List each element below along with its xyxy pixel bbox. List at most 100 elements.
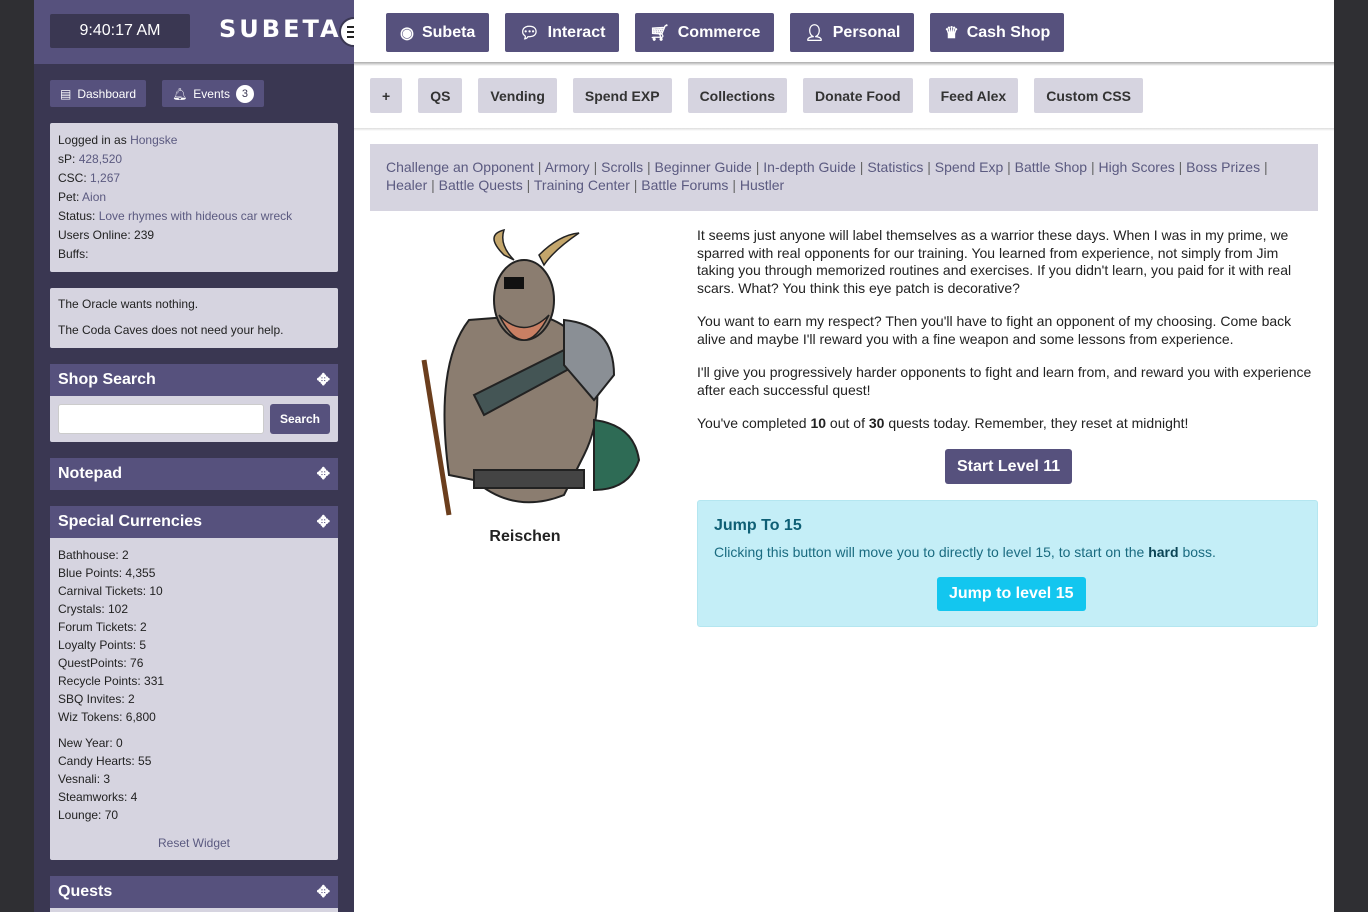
notepad-header[interactable]: Notepad ✥ — [50, 458, 338, 490]
nav-subeta[interactable]: ◉ Subeta — [386, 13, 490, 52]
nav-personal[interactable]: 👤︎ Personal — [790, 13, 915, 52]
battle-link[interactable]: Spend Exp — [935, 159, 1004, 175]
dashboard-label: Dashboard — [77, 86, 137, 101]
main-content: ◉ Subeta 💬︎ Interact 🛒︎ Commerce 👤︎ Personal… — [354, 0, 1334, 912]
nav-label: Cash Shop — [966, 23, 1051, 41]
jump-desc-bold: hard — [1148, 544, 1179, 560]
battle-link[interactable]: Training Center — [534, 177, 630, 193]
users-online: Users Online: 239 — [58, 228, 155, 242]
username-link[interactable]: Hongske — [130, 133, 177, 147]
cart-icon: 🛒︎ — [649, 24, 670, 42]
reset-widget-link[interactable]: Reset Widget — [58, 834, 330, 852]
sub-nav: + QS Vending Spend EXP Collections Donat… — [370, 78, 1143, 113]
battle-link[interactable]: In-depth Guide — [763, 159, 856, 175]
currency-item: Steamworks: 4 — [58, 790, 138, 804]
currency-item: Loyalty Points: 5 — [58, 638, 147, 652]
notepad-widget: Notepad ✥ — [50, 458, 338, 490]
nav-commerce[interactable]: 🛒︎ Commerce — [635, 13, 775, 52]
clock: 9:40:17 AM — [50, 14, 190, 48]
dashboard-button[interactable]: ▤ Dashboard — [50, 80, 147, 107]
nav-cash-shop[interactable]: ♛ Cash Shop — [930, 13, 1065, 52]
currency-item: Blue Points: 4,355 — [58, 566, 156, 580]
move-icon[interactable]: ✥ — [317, 370, 330, 390]
quests-title: Quests — [58, 883, 113, 900]
user-info-panel: Logged in as Hongske sP: 428,520 CSC: 1,… — [50, 123, 338, 272]
story-paragraph: It seems just anyone will label themselv… — [697, 227, 1292, 296]
clipboard-icon: ▤ — [60, 86, 72, 101]
story-paragraph: You want to earn my respect? Then you'll… — [697, 313, 1292, 347]
chat-icon: 💬︎ — [519, 24, 540, 42]
special-currencies-title: Special Currencies — [58, 513, 203, 530]
nav-label: Interact — [547, 23, 606, 41]
character-image — [421, 228, 641, 516]
currency-item: QuestPoints: 76 — [58, 656, 144, 670]
quests-header[interactable]: Quests ✥ — [50, 876, 338, 908]
battle-link[interactable]: Battle Shop — [1015, 159, 1087, 175]
move-icon[interactable]: ✥ — [317, 882, 330, 902]
divider — [354, 128, 1334, 131]
quests-total: 30 — [868, 415, 885, 431]
crown-icon: ♛ — [944, 24, 959, 42]
notepad-title: Notepad — [58, 465, 122, 482]
currency-item: Recycle Points: 331 — [58, 674, 165, 688]
site-logo[interactable]: SUBETA — [219, 15, 342, 43]
character-name: Reischen — [489, 528, 561, 545]
shop-search-button[interactable]: Search — [269, 404, 330, 434]
battle-links: Challenge an Opponent | Armory | Scrolls… — [370, 144, 1318, 211]
csc-label: CSC: — [58, 171, 87, 185]
subnav-spend-exp[interactable]: Spend EXP — [572, 78, 672, 113]
status-text[interactable]: Love rhymes with hideous car wreck — [99, 209, 292, 223]
quest-progress: You've completed 10 out of 30 quests tod… — [697, 415, 1317, 433]
subnav-qs[interactable]: QS — [418, 78, 463, 113]
battle-link[interactable]: Statistics — [867, 159, 923, 175]
sp-value[interactable]: 428,520 — [79, 152, 122, 166]
quests-widget: Quests ✥ — [50, 876, 338, 912]
coda-notice: The Coda Caves does not need your help. — [58, 323, 284, 337]
csc-value[interactable]: 1,267 — [90, 171, 120, 185]
jump-desc-text: boss. — [1178, 544, 1216, 560]
pet-label: Pet: — [58, 190, 80, 204]
events-button[interactable]: 🔔︎ Events 3 — [162, 80, 264, 107]
subnav-add[interactable]: + — [370, 78, 403, 113]
buffs: Buffs: — [58, 247, 89, 261]
currency-item: Bathhouse: 2 — [58, 548, 129, 562]
oracle-notice: The Oracle wants nothing. — [58, 297, 199, 311]
battle-link[interactable]: Challenge an Opponent — [386, 159, 534, 175]
battle-link[interactable]: Healer — [386, 177, 427, 193]
battle-link[interactable]: High Scores — [1098, 159, 1174, 175]
shop-search-input[interactable] — [58, 404, 264, 434]
special-currencies-widget: Special Currencies ✥ Bathhouse: 2 Blue P… — [50, 506, 338, 860]
quests-completed: 10 — [810, 415, 827, 431]
move-icon[interactable]: ✥ — [317, 512, 330, 532]
subnav-custom-css[interactable]: Custom CSS — [1034, 78, 1143, 113]
currency-item: Vesnali: 3 — [58, 772, 111, 786]
nav-interact[interactable]: 💬︎ Interact — [505, 13, 620, 52]
subnav-donate-food[interactable]: Donate Food — [803, 78, 913, 113]
jump-box: Jump To 15 Clicking this button will mov… — [697, 500, 1318, 627]
start-level-button[interactable]: Start Level 11 — [945, 449, 1073, 484]
battle-link[interactable]: Armory — [545, 159, 590, 175]
nav-label: Commerce — [677, 23, 761, 41]
battle-link[interactable]: Battle Quests — [439, 177, 523, 193]
move-icon[interactable]: ✥ — [317, 464, 330, 484]
jump-level-button[interactable]: Jump to level 15 — [937, 577, 1086, 611]
subnav-collections[interactable]: Collections — [687, 78, 788, 113]
progress-text: out of — [826, 415, 869, 431]
subnav-feed-alex[interactable]: Feed Alex — [928, 78, 1019, 113]
progress-text: quests today. Remember, they reset at mi… — [884, 415, 1189, 431]
shop-search-widget: Shop Search ✥ Search — [50, 364, 338, 442]
battle-link[interactable]: Hustler — [740, 177, 784, 193]
notices-panel: The Oracle wants nothing. The Coda Caves… — [50, 288, 338, 348]
battle-link[interactable]: Boss Prizes — [1186, 159, 1260, 175]
status-label: Status: — [58, 209, 96, 223]
shop-search-header[interactable]: Shop Search ✥ — [50, 364, 338, 396]
user-icon: 👤︎ — [804, 24, 825, 42]
subnav-vending[interactable]: Vending — [478, 78, 557, 113]
special-currencies-header[interactable]: Special Currencies ✥ — [50, 506, 338, 538]
battle-link[interactable]: Scrolls — [601, 159, 643, 175]
sp-label: sP: — [58, 152, 76, 166]
currency-item: Crystals: 102 — [58, 602, 129, 616]
battle-link[interactable]: Beginner Guide — [655, 159, 752, 175]
pet-link[interactable]: Aion — [82, 190, 106, 204]
battle-link[interactable]: Battle Forums — [641, 177, 728, 193]
